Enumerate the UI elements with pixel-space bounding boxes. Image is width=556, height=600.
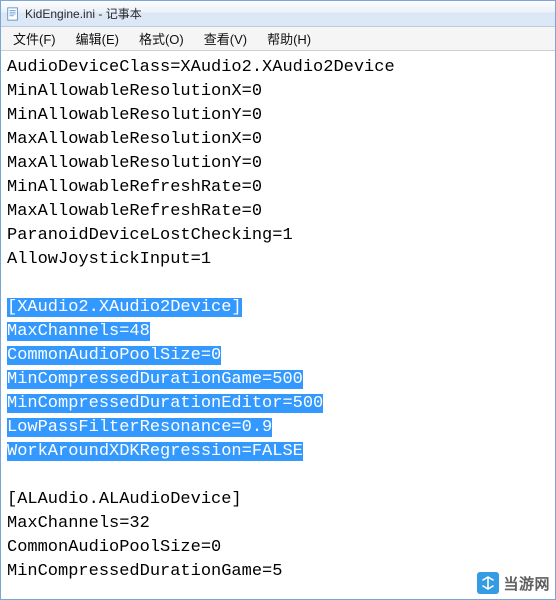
selected-text[interactable]: LowPassFilterResonance=0.9 <box>7 418 272 437</box>
editor-line[interactable]: MinCompressedDurationGame=500 <box>7 368 549 392</box>
menu-format[interactable]: 格式(O) <box>129 27 194 50</box>
selected-text[interactable]: [XAudio2.XAudio2Device] <box>7 298 242 317</box>
editor-line[interactable]: MinAllowableResolutionY=0 <box>7 104 549 128</box>
menu-help[interactable]: 帮助(H) <box>257 27 321 50</box>
editor-line[interactable]: [ALAudio.ALAudioDevice] <box>7 488 549 512</box>
editor-line[interactable]: CommonAudioPoolSize=0 <box>7 536 549 560</box>
editor-line[interactable]: MinAllowableRefreshRate=0 <box>7 176 549 200</box>
editor-line[interactable]: MaxAllowableRefreshRate=0 <box>7 200 549 224</box>
editor-line[interactable]: MinCompressedDurationEditor=500 <box>7 392 549 416</box>
selected-text[interactable]: WorkAroundXDKRegression=FALSE <box>7 442 303 461</box>
menu-view[interactable]: 查看(V) <box>194 27 257 50</box>
text-editor[interactable]: AudioDeviceClass=XAudio2.XAudio2DeviceMi… <box>1 51 555 599</box>
selected-text[interactable]: MinCompressedDurationEditor=500 <box>7 394 323 413</box>
selected-text[interactable]: CommonAudioPoolSize=0 <box>7 346 221 365</box>
editor-line[interactable] <box>7 464 549 488</box>
editor-line[interactable]: CommonAudioPoolSize=0 <box>7 344 549 368</box>
menu-file[interactable]: 文件(F) <box>3 27 66 50</box>
editor-line[interactable]: MaxAllowableResolutionX=0 <box>7 128 549 152</box>
editor-line[interactable]: AllowJoystickInput=1 <box>7 248 549 272</box>
editor-line[interactable] <box>7 272 549 296</box>
menubar: 文件(F) 编辑(E) 格式(O) 查看(V) 帮助(H) <box>1 27 555 51</box>
editor-line[interactable]: MinCompressedDurationGame=5 <box>7 560 549 584</box>
editor-line[interactable]: MinAllowableResolutionX=0 <box>7 80 549 104</box>
editor-line[interactable]: MaxChannels=32 <box>7 512 549 536</box>
editor-line[interactable]: AudioDeviceClass=XAudio2.XAudio2Device <box>7 56 549 80</box>
editor-line[interactable]: LowPassFilterResonance=0.9 <box>7 416 549 440</box>
notepad-icon <box>5 6 21 22</box>
editor-line[interactable]: MaxChannels=48 <box>7 320 549 344</box>
selected-text[interactable]: MaxChannels=48 <box>7 322 150 341</box>
notepad-window: KidEngine.ini - 记事本 文件(F) 编辑(E) 格式(O) 查看… <box>0 0 556 600</box>
editor-line[interactable]: MaxAllowableResolutionY=0 <box>7 152 549 176</box>
selected-text[interactable]: MinCompressedDurationGame=500 <box>7 370 303 389</box>
titlebar[interactable]: KidEngine.ini - 记事本 <box>1 1 555 27</box>
editor-line[interactable]: WorkAroundXDKRegression=FALSE <box>7 440 549 464</box>
menu-edit[interactable]: 编辑(E) <box>66 27 129 50</box>
editor-line[interactable]: ParanoidDeviceLostChecking=1 <box>7 224 549 248</box>
editor-line[interactable]: [XAudio2.XAudio2Device] <box>7 296 549 320</box>
window-title: KidEngine.ini - 记事本 <box>25 5 142 22</box>
